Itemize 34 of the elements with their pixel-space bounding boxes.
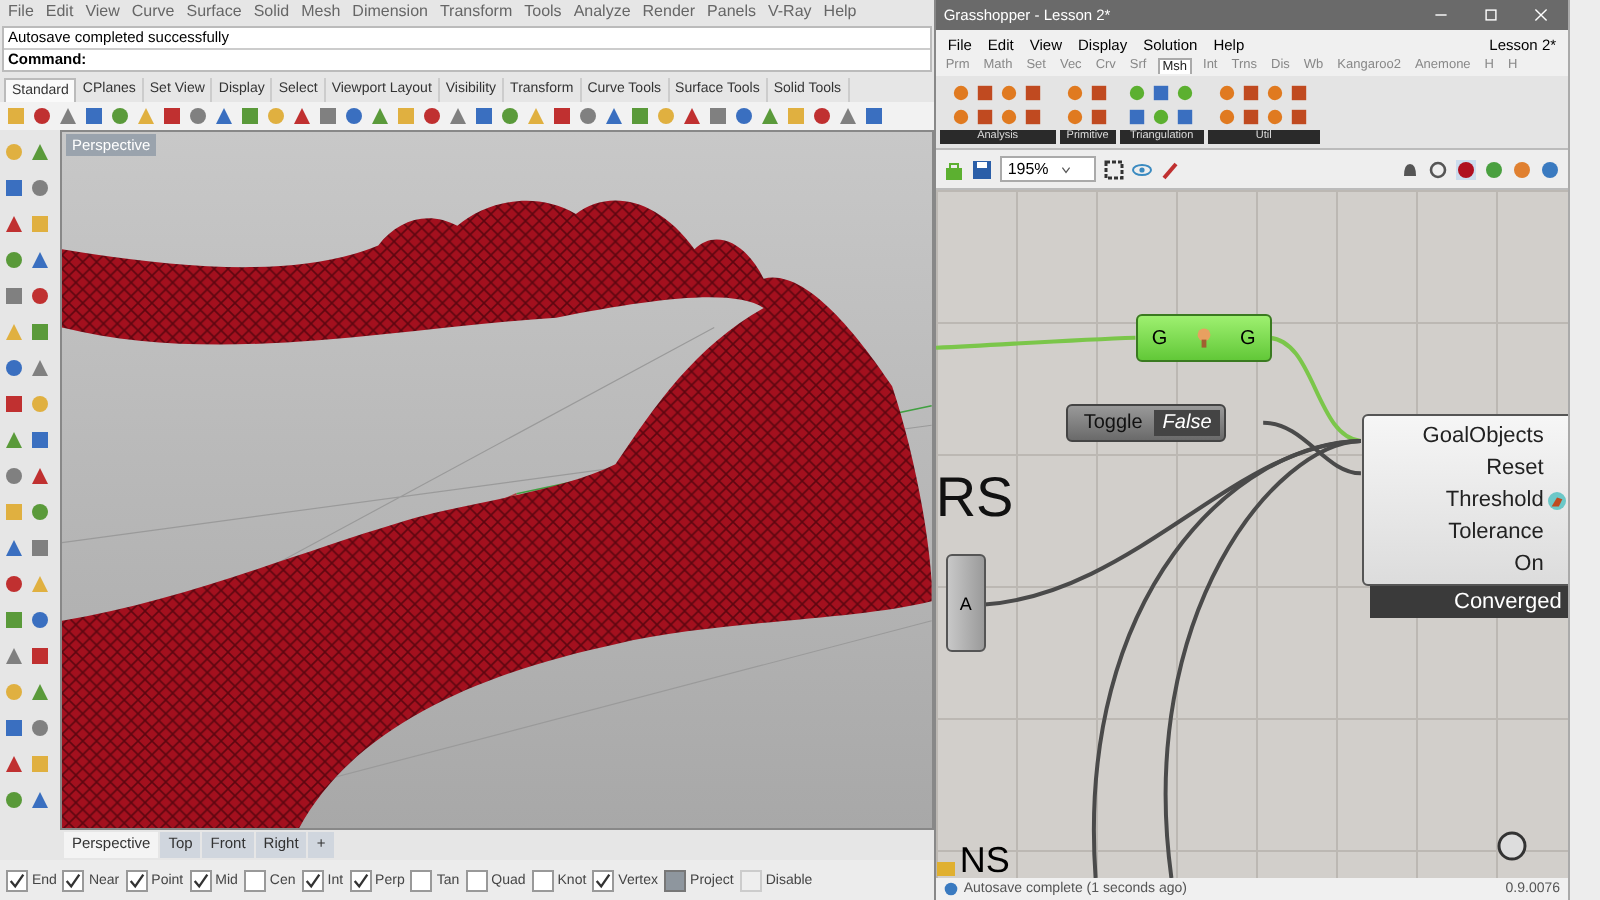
output-label: Converged [1369,586,1569,618]
toggle-value[interactable]: False [1154,410,1220,436]
menu-item[interactable]: V-Ray [768,2,812,24]
menu-item[interactable]: Curve [131,2,175,24]
toggle-label: Toggle [1083,412,1143,434]
menu-item[interactable]: Help [823,2,857,24]
input-label: GoalObjects [1422,424,1544,448]
menu-item[interactable]: Surface [186,2,242,24]
node-canvas[interactable]: RS NS G G Toggle False A GoalObjects Reset Threshold Tolerance On Converged [935,190,1569,878]
menu-item[interactable]: Mesh [301,2,341,24]
menu-item[interactable]: Transform [439,2,513,24]
canvas-heading: NS [959,842,1010,878]
input-label: Threshold [1445,488,1544,512]
toggle-node[interactable]: Toggle False [1065,404,1226,442]
menu-item[interactable]: Render [642,2,696,24]
menu-item[interactable]: Panels [707,2,756,24]
menu-item[interactable]: File [8,2,34,24]
gate-node[interactable]: G G [1135,314,1272,362]
solver-node[interactable]: GoalObjects Reset Threshold Tolerance On [1361,414,1569,586]
zoom-dropdown[interactable]: 195% [999,156,1096,182]
canvas-heading: RS [935,470,1014,526]
input-label: Reset [1486,456,1544,480]
menu-item[interactable]: Analyze [573,2,631,24]
param-node[interactable]: A [945,554,986,652]
input-label: G [1151,327,1168,349]
input-label: Tolerance [1448,520,1544,544]
input-label: On [1514,552,1544,576]
menu-item[interactable]: Solid [253,2,290,24]
menu-item[interactable]: View [85,2,120,24]
output-label: G [1239,327,1256,349]
menu-item[interactable]: Tools [524,2,562,24]
param-label: A [959,593,972,613]
menu-item[interactable]: Dimension [352,2,428,24]
menu-item[interactable]: Edit [45,2,74,24]
